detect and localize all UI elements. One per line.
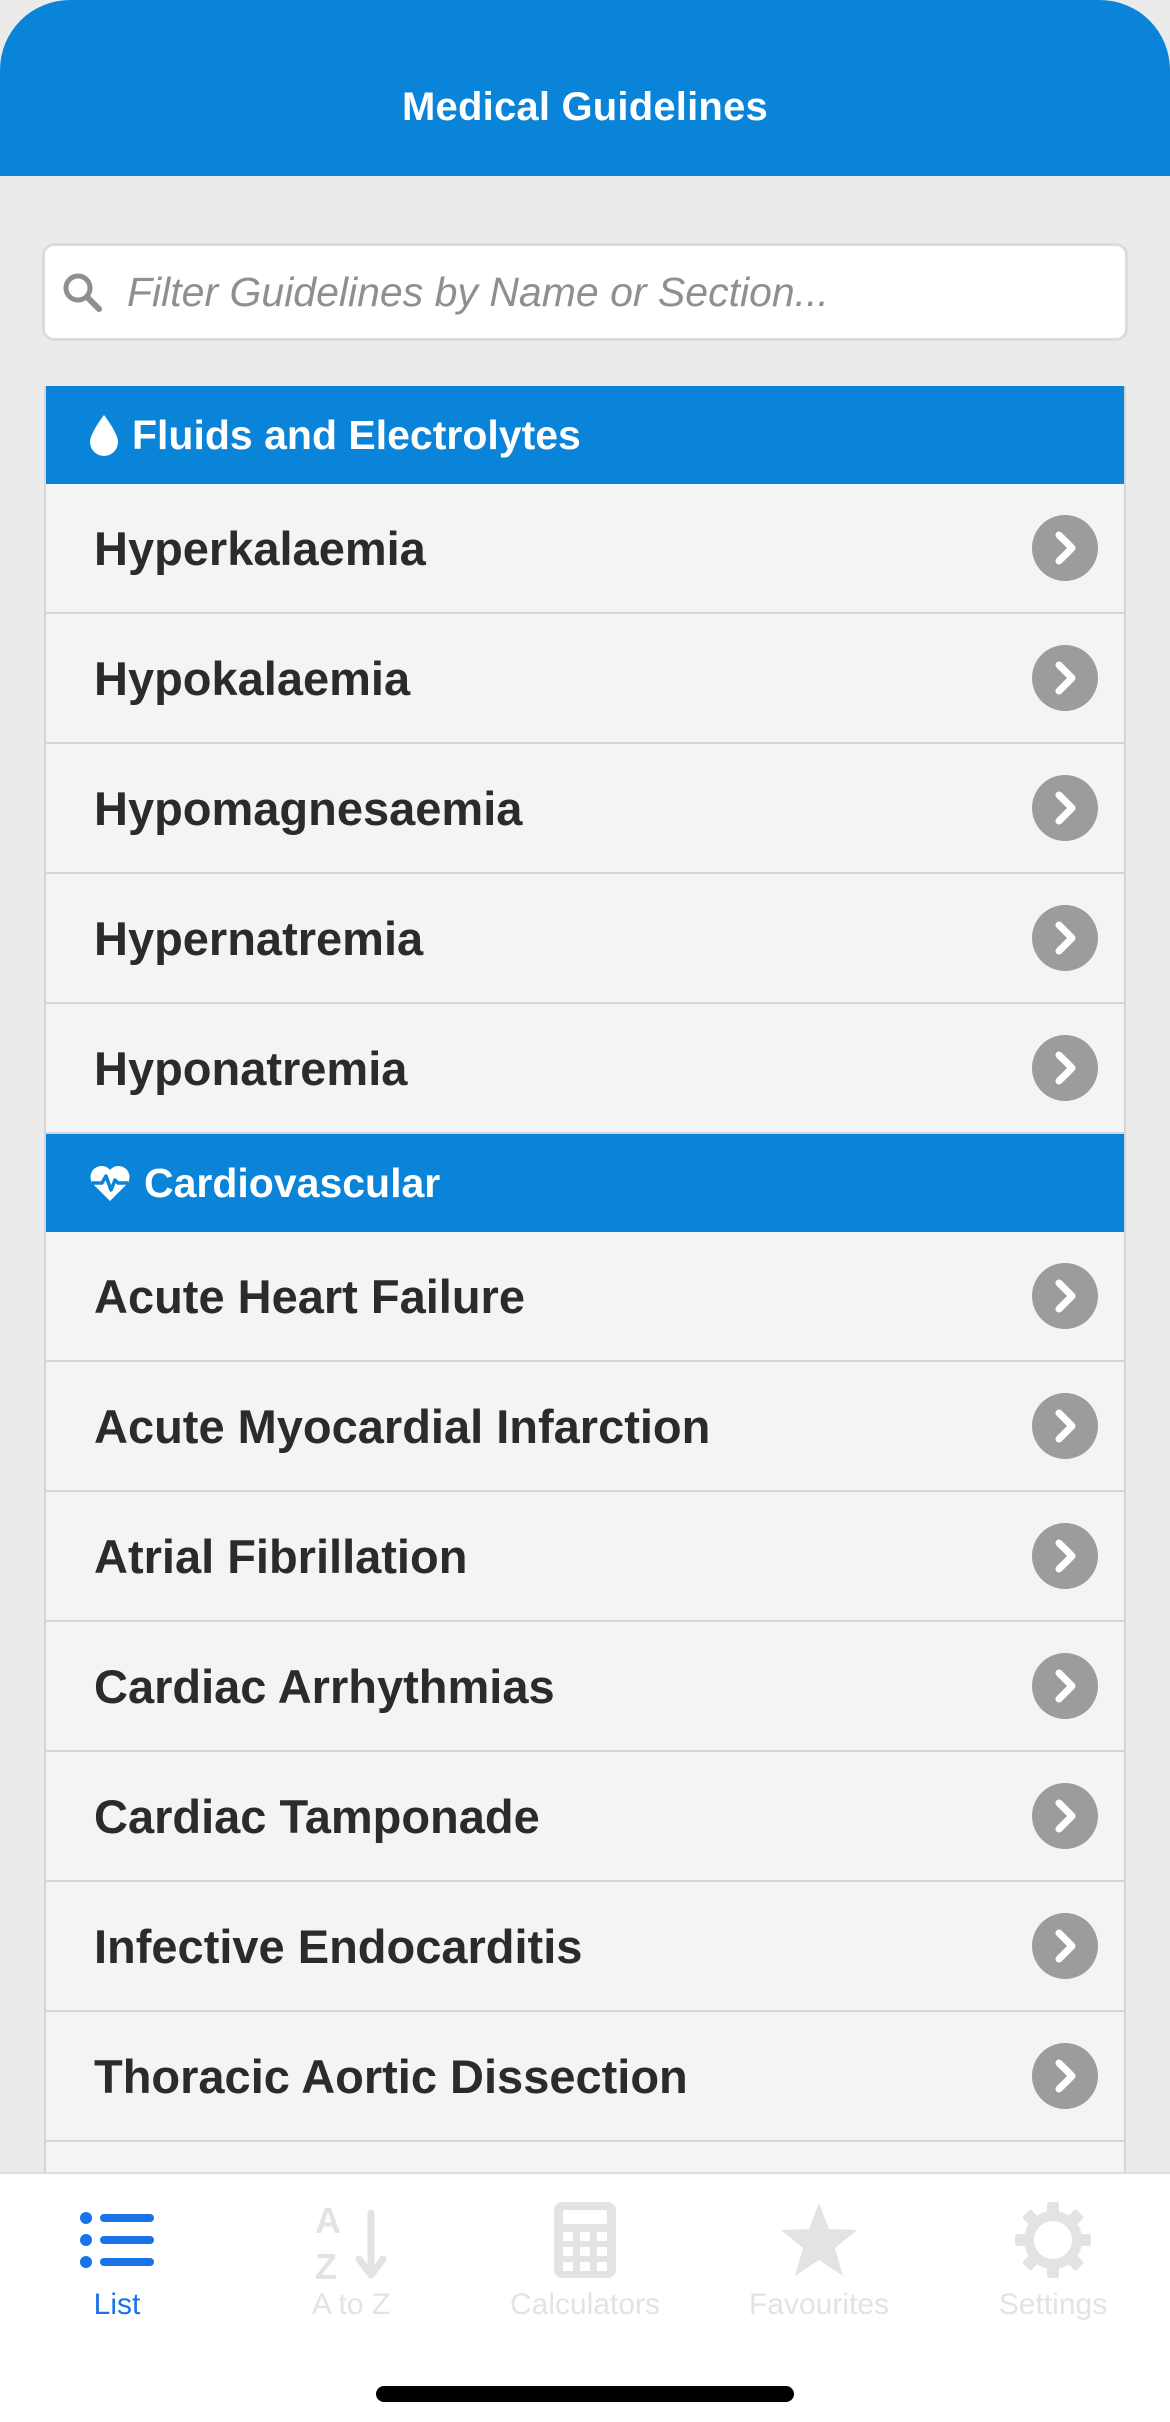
search-bar[interactable]	[42, 243, 1128, 341]
chevron-right-icon	[1032, 1523, 1098, 1589]
list-item[interactable]: Hypomagnesaemia	[46, 744, 1124, 874]
tab-label: List	[93, 2288, 141, 2321]
heartbeat-icon	[88, 1163, 132, 1203]
list-item[interactable]: Cardiac Tamponade	[46, 1752, 1124, 1882]
section-title: Cardiovascular	[144, 1159, 441, 1206]
list-item-label: Cardiac Arrhythmias	[94, 1659, 555, 1713]
chevron-right-icon	[1032, 515, 1098, 581]
chevron-right-icon	[1032, 1035, 1098, 1101]
list-item[interactable]: Hyponatremia	[46, 1004, 1124, 1134]
list-item-label: Hypokalaemia	[94, 651, 411, 705]
list-item-label: Atrial Fibrillation	[94, 1529, 468, 1583]
chevron-right-icon	[1032, 2043, 1098, 2109]
list-item-label: Hyponatremia	[94, 1041, 408, 1095]
list-item[interactable]: Atrial Fibrillation	[46, 1492, 1124, 1622]
list-item-label: Acute Heart Failure	[94, 1269, 525, 1323]
section-title: Fluids and Electrolytes	[132, 411, 581, 458]
list-item[interactable]: Cardiac Arrhythmias	[46, 1622, 1124, 1752]
droplet-icon	[88, 413, 120, 457]
list-item[interactable]: Infective Endocarditis	[46, 1882, 1124, 2012]
tab-label: Calculators	[509, 2288, 661, 2321]
tab-label: A to Z	[311, 2288, 391, 2321]
chevron-right-icon	[1032, 905, 1098, 971]
search-input[interactable]	[127, 252, 1087, 332]
guideline-list: Fluids and Electrolytes Hyperkalaemia Hy…	[44, 386, 1126, 2272]
tab-label: Settings	[998, 2288, 1108, 2321]
chevron-right-icon	[1032, 1913, 1098, 1979]
list-item[interactable]: Acute Heart Failure	[46, 1232, 1124, 1362]
tab-label: Favourites	[748, 2288, 890, 2321]
list-item-label: Thoracic Aortic Dissection	[94, 2049, 688, 2103]
list-item[interactable]: Thoracic Aortic Dissection	[46, 2012, 1124, 2142]
chevron-right-icon	[1032, 645, 1098, 711]
list-item-label: Hypernatremia	[94, 911, 424, 965]
list-item-label: Hypomagnesaemia	[94, 781, 523, 835]
list-item[interactable]: Hyperkalaemia	[46, 484, 1124, 614]
list-item[interactable]: Acute Myocardial Infarction	[46, 1362, 1124, 1492]
list-item-label: Infective Endocarditis	[94, 1919, 583, 1973]
svg-text:Z: Z	[315, 2246, 337, 2283]
list-item-label: Cardiac Tamponade	[94, 1789, 540, 1843]
chevron-right-icon	[1032, 1783, 1098, 1849]
list-item[interactable]: Hypokalaemia	[46, 614, 1124, 744]
sort-alpha-icon: A Z	[313, 2200, 389, 2283]
tab-settings[interactable]: Settings	[936, 2174, 1170, 2344]
section-header-cardiovascular: Cardiovascular	[46, 1134, 1124, 1232]
home-indicator[interactable]	[376, 2386, 794, 2402]
star-icon	[779, 2200, 859, 2280]
chevron-right-icon	[1032, 1393, 1098, 1459]
section-header-fluids: Fluids and Electrolytes	[46, 386, 1124, 484]
tab-bar: List A Z A to Z Calculators Favourites S…	[0, 2172, 1170, 2422]
list-item[interactable]: Hypernatremia	[46, 874, 1124, 1004]
tab-calculators[interactable]: Calculators	[468, 2174, 702, 2344]
search-icon	[59, 269, 105, 315]
list-item-label: Acute Myocardial Infarction	[94, 1399, 711, 1453]
calculator-icon	[554, 2200, 616, 2280]
page-title: Medical Guidelines	[402, 85, 768, 129]
chevron-right-icon	[1032, 1263, 1098, 1329]
chevron-right-icon	[1032, 1653, 1098, 1719]
nav-bar: Medical Guidelines	[0, 0, 1170, 176]
list-icon	[80, 2200, 154, 2280]
svg-text:A: A	[315, 2200, 341, 2241]
list-item-label: Hyperkalaemia	[94, 521, 426, 575]
gear-icon	[1013, 2200, 1093, 2280]
tab-a-to-z[interactable]: A Z A to Z	[234, 2174, 468, 2344]
app-screen: Medical Guidelines Fluids and Electrolyt…	[0, 0, 1170, 2422]
chevron-right-icon	[1032, 775, 1098, 841]
tab-favourites[interactable]: Favourites	[702, 2174, 936, 2344]
tab-list[interactable]: List	[0, 2174, 234, 2344]
